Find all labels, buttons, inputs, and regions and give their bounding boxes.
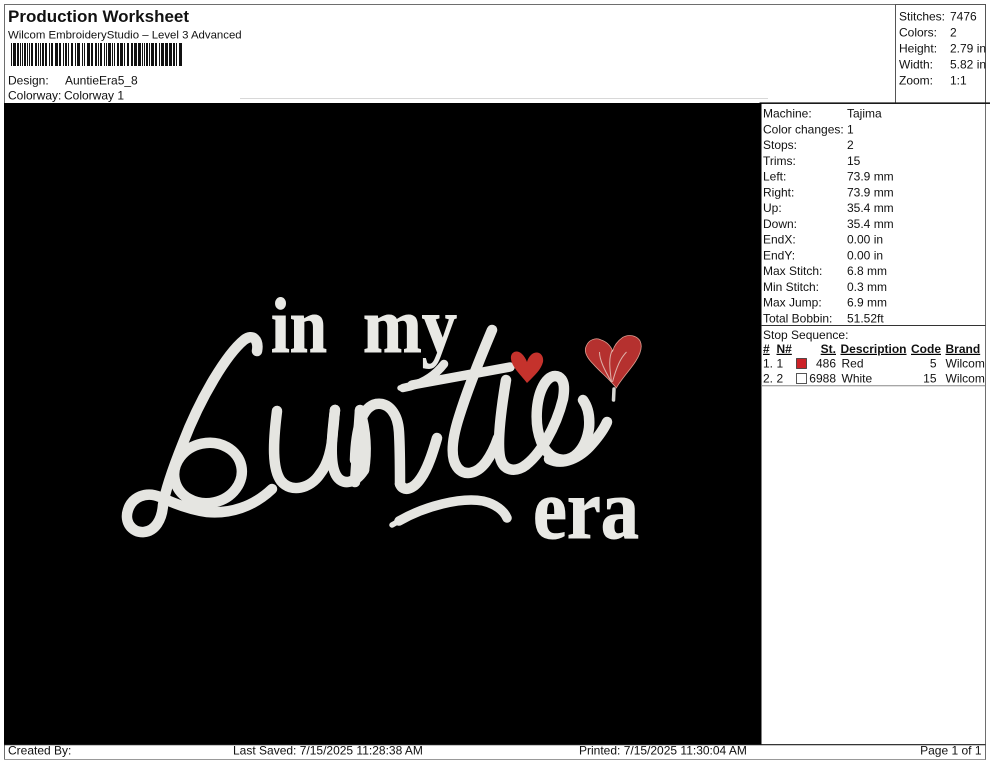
svg-text:in: in bbox=[271, 282, 327, 369]
svg-text:Max Stitch:: Max Stitch: bbox=[763, 264, 822, 278]
svg-text:Brand: Brand bbox=[946, 342, 981, 356]
svg-text:15: 15 bbox=[847, 154, 861, 168]
svg-text:N#: N# bbox=[777, 342, 793, 356]
svg-text:0.00 in: 0.00 in bbox=[847, 233, 883, 247]
svg-text:Min Stitch:: Min Stitch: bbox=[763, 280, 819, 294]
svg-text:Color changes:: Color changes: bbox=[763, 122, 844, 136]
svg-text:St.: St. bbox=[821, 342, 836, 356]
svg-text:1: 1 bbox=[847, 122, 854, 136]
svg-text:Colors:: Colors: bbox=[899, 26, 937, 40]
svg-text:Width:: Width: bbox=[899, 58, 933, 72]
svg-text:35.4 mm: 35.4 mm bbox=[847, 217, 894, 231]
svg-text:15: 15 bbox=[923, 371, 937, 385]
svg-text:White: White bbox=[842, 371, 873, 385]
svg-text:EndY:: EndY: bbox=[763, 248, 795, 262]
svg-text:6988: 6988 bbox=[809, 371, 836, 385]
svg-text:Right:: Right: bbox=[763, 185, 794, 199]
svg-text:6.9 mm: 6.9 mm bbox=[847, 296, 887, 310]
svg-text:51.52ft: 51.52ft bbox=[847, 311, 884, 325]
svg-text:Design:: Design: bbox=[8, 74, 49, 88]
svg-text:2: 2 bbox=[950, 26, 957, 40]
svg-text:5.82 in: 5.82 in bbox=[950, 58, 986, 72]
svg-text:2: 2 bbox=[847, 138, 854, 152]
svg-text:EndX:: EndX: bbox=[763, 233, 796, 247]
svg-text:Up:: Up: bbox=[763, 201, 782, 215]
svg-text:Stops:: Stops: bbox=[763, 138, 797, 152]
svg-text:7476: 7476 bbox=[950, 10, 977, 24]
svg-text:Height:: Height: bbox=[899, 42, 937, 56]
svg-text:0.3 mm: 0.3 mm bbox=[847, 280, 887, 294]
svg-text:Max Jump:: Max Jump: bbox=[763, 296, 822, 310]
svg-text:Wilcom EmbroideryStudio – Leve: Wilcom EmbroideryStudio – Level 3 Advanc… bbox=[8, 30, 242, 42]
svg-text:Machine:: Machine: bbox=[763, 107, 812, 121]
svg-text:era: era bbox=[533, 461, 639, 557]
svg-text:Colorway:: Colorway: bbox=[8, 89, 61, 103]
svg-text:35.4 mm: 35.4 mm bbox=[847, 201, 894, 215]
svg-text:2.79 in: 2.79 in bbox=[950, 42, 986, 56]
svg-text:Down:: Down: bbox=[763, 217, 797, 231]
svg-text:2: 2 bbox=[777, 371, 784, 385]
svg-text:Created By:: Created By: bbox=[8, 744, 71, 758]
svg-text:Total Bobbin:: Total Bobbin: bbox=[763, 311, 832, 325]
svg-text:Printed: 7/15/2025 11:30:04 AM: Printed: 7/15/2025 11:30:04 AM bbox=[579, 744, 747, 758]
svg-text:Last Saved: 7/15/2025 11:28:38: Last Saved: 7/15/2025 11:28:38 AM bbox=[233, 744, 423, 758]
svg-text:Stop Sequence:: Stop Sequence: bbox=[763, 328, 848, 342]
svg-text:1: 1 bbox=[777, 356, 784, 370]
svg-text:Zoom:: Zoom: bbox=[899, 74, 933, 88]
svg-text:Red: Red bbox=[842, 356, 864, 370]
svg-text:5: 5 bbox=[930, 356, 937, 370]
svg-text:#: # bbox=[763, 342, 770, 356]
svg-text:Page 1 of 1: Page 1 of 1 bbox=[920, 744, 982, 758]
svg-text:my: my bbox=[363, 282, 457, 369]
svg-text:Wilcom: Wilcom bbox=[946, 356, 985, 370]
svg-text:Code: Code bbox=[911, 342, 941, 356]
svg-text:Colorway 1: Colorway 1 bbox=[64, 89, 124, 103]
svg-text:AuntieEra5_8: AuntieEra5_8 bbox=[65, 74, 138, 88]
svg-text:Production Worksheet: Production Worksheet bbox=[8, 7, 189, 26]
svg-text:Stitches:: Stitches: bbox=[899, 10, 945, 24]
svg-text:1:1: 1:1 bbox=[950, 74, 967, 88]
svg-text:Trims:: Trims: bbox=[763, 154, 796, 168]
svg-text:73.9 mm: 73.9 mm bbox=[847, 170, 894, 184]
svg-text:Tajima: Tajima bbox=[847, 107, 882, 121]
svg-text:6.8 mm: 6.8 mm bbox=[847, 264, 887, 278]
svg-text:Left:: Left: bbox=[763, 170, 786, 184]
svg-text:Wilcom: Wilcom bbox=[946, 371, 985, 385]
svg-text:2.: 2. bbox=[763, 371, 773, 385]
svg-text:0.00 in: 0.00 in bbox=[847, 248, 883, 262]
svg-text:73.9 mm: 73.9 mm bbox=[847, 185, 894, 199]
svg-text:486: 486 bbox=[816, 356, 836, 370]
svg-text:Description: Description bbox=[841, 342, 907, 356]
svg-text:1.: 1. bbox=[763, 356, 773, 370]
